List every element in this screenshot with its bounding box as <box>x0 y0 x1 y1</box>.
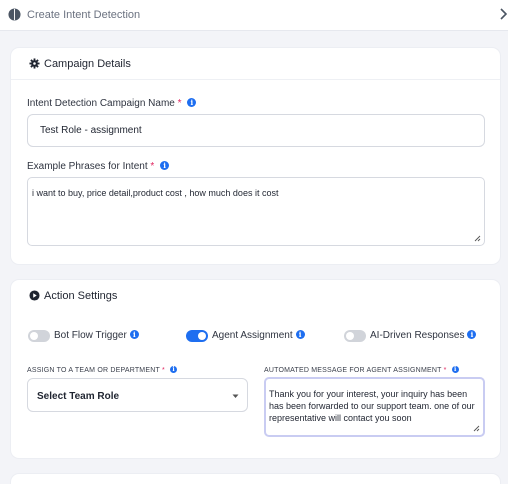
bot-flow-trigger-toggle[interactable] <box>28 330 50 342</box>
info-icon[interactable]: i <box>170 366 178 373</box>
bot-flow-trigger-text: Bot Flow Trigger <box>54 330 127 341</box>
required-mark: * <box>161 367 165 374</box>
ai-driven-responses-label: AI-Driven Responses i <box>370 330 477 341</box>
action-settings-card: Action Settings Bot Flow Trigger i Agent … <box>11 280 500 458</box>
agent-assignment-toggle[interactable] <box>186 330 208 342</box>
chevron-down-icon <box>232 394 239 398</box>
ai-driven-responses-toggle[interactable] <box>344 330 366 342</box>
team-role-value: Select Team Role <box>37 391 120 402</box>
info-icon[interactable]: i <box>467 330 477 339</box>
automated-message-label-text: AUTOMATED MESSAGE FOR AGENT ASSIGNMENT <box>264 367 442 374</box>
campaign-details-title: Campaign Details <box>44 58 131 70</box>
campaign-name-label: Intent Detection Campaign Name * i <box>27 98 197 109</box>
resize-handle-icon[interactable] <box>474 235 481 242</box>
assign-team-label-text: ASSIGN TO A TEAM OR DEPARTMENT <box>27 367 160 374</box>
page-title: Create Intent Detection <box>27 9 141 21</box>
info-icon[interactable]: i <box>187 98 197 107</box>
automated-message-label: AUTOMATED MESSAGE FOR AGENT ASSIGNMENT *… <box>264 366 459 374</box>
team-role-select[interactable]: Select Team Role <box>27 378 248 412</box>
required-mark: * <box>443 367 447 374</box>
assign-team-label: ASSIGN TO A TEAM OR DEPARTMENT * i <box>27 366 178 374</box>
example-phrases-text: i want to buy, price detail,product cost… <box>32 188 279 198</box>
chevron-right-icon[interactable] <box>498 7 508 21</box>
campaign-details-header: Campaign Details <box>11 48 500 80</box>
campaign-name-label-text: Intent Detection Campaign Name <box>27 98 175 109</box>
bot-flow-trigger-label: Bot Flow Trigger i <box>54 330 139 341</box>
example-phrases-label: Example Phrases for Intent * i <box>27 161 170 172</box>
example-phrases-label-text: Example Phrases for Intent <box>27 161 148 172</box>
play-circle-icon <box>29 290 40 301</box>
info-icon[interactable]: i <box>295 330 305 339</box>
action-settings-header: Action Settings <box>11 280 500 312</box>
required-mark: * <box>177 98 182 109</box>
campaign-name-input[interactable]: Test Role - assignment <box>27 114 485 147</box>
action-settings-title: Action Settings <box>44 290 118 302</box>
next-section-card <box>11 474 500 484</box>
ai-driven-responses-text: AI-Driven Responses <box>370 330 465 341</box>
example-phrases-textarea[interactable]: i want to buy, price detail,product cost… <box>27 177 485 246</box>
automated-message-text: Thank you for your interest, your inquir… <box>269 389 475 423</box>
automated-message-textarea[interactable]: Thank you for your interest, your inquir… <box>264 377 485 437</box>
agent-assignment-label: Agent Assignment i <box>212 330 305 341</box>
info-icon[interactable]: i <box>451 366 459 373</box>
top-bar: Create Intent Detection <box>0 0 508 31</box>
agent-assignment-text: Agent Assignment <box>212 330 293 341</box>
brain-icon <box>8 8 21 21</box>
gear-icon <box>29 58 40 69</box>
info-icon[interactable]: i <box>129 330 139 339</box>
resize-handle-icon[interactable] <box>473 425 480 432</box>
required-mark: * <box>150 161 155 172</box>
campaign-details-card: Campaign Details Intent Detection Campai… <box>11 48 500 264</box>
info-icon[interactable]: i <box>160 161 170 170</box>
